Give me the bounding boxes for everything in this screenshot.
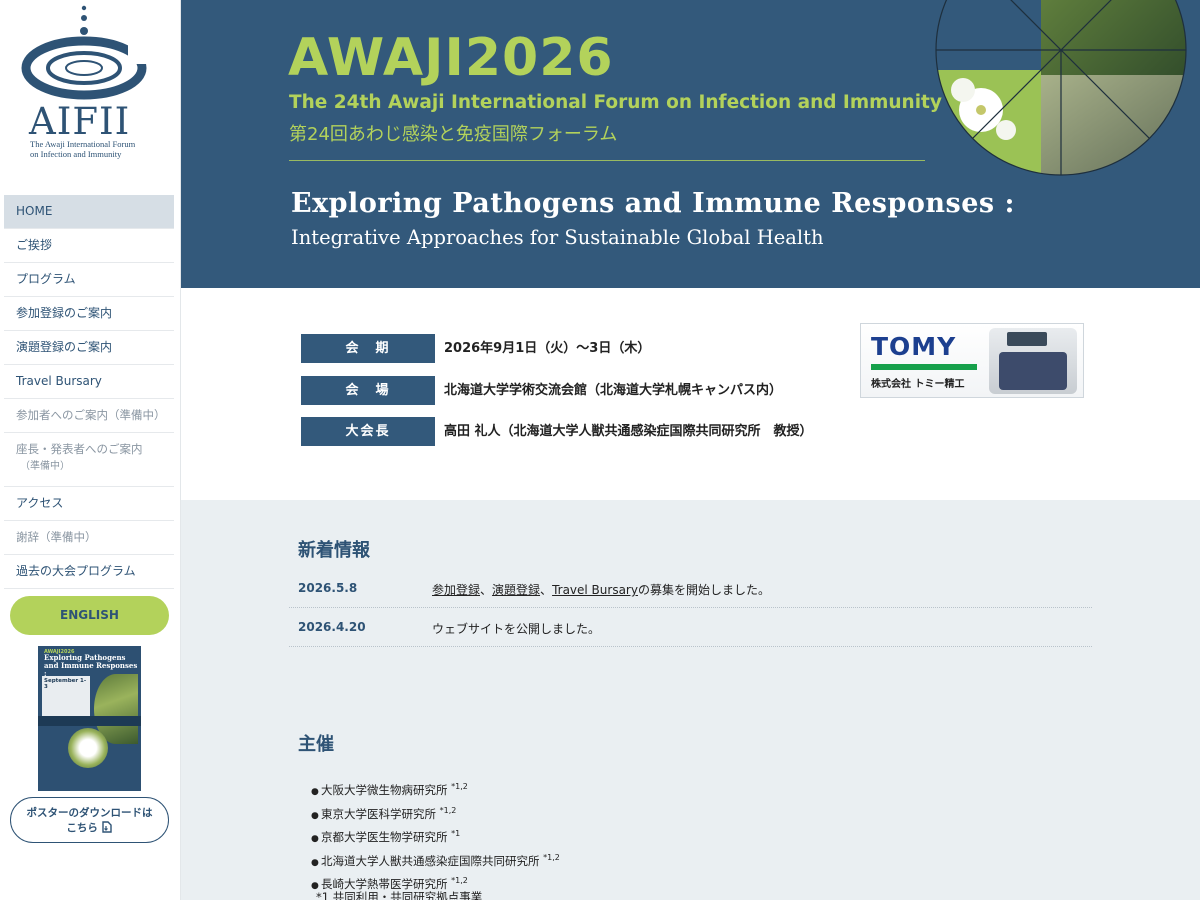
news-link-travel-bursary[interactable]: Travel Bursary xyxy=(552,583,638,597)
logo-subtitle-line2: on Infection and Immunity xyxy=(30,149,122,159)
event-info: 会 期 2026年9月1日（火）～3日（木） 会 場 北海道大学学術交流会館（北… xyxy=(181,288,1200,500)
info-value-dates: 2026年9月1日（火）～3日（木） xyxy=(444,341,651,356)
poster-band xyxy=(38,716,141,726)
news-separator: 、 xyxy=(540,583,553,597)
info-value-president: 高田 礼人（北海道大学人獣共通感染症国際共同研究所 教授） xyxy=(444,424,813,439)
hero-title: AWAJI2026 xyxy=(288,28,614,88)
logo-subtitle: The Awaji International Forum on Infecti… xyxy=(30,139,135,159)
sidebar: AIFII The Awaji International Forum on I… xyxy=(0,0,181,900)
news-text: ウェブサイトを公開しました。 xyxy=(432,622,601,636)
info-label-dates: 会 期 xyxy=(301,334,435,363)
nav-registration[interactable]: 参加登録のご案内 xyxy=(4,297,174,331)
organizer-item: ● 大阪大学微生物病研究所 *1,2 xyxy=(311,782,468,797)
news-item: 2026.4.20 ウェブサイトを公開しました。 xyxy=(289,608,1092,647)
download-label-line1: ポスターのダウンロードは xyxy=(26,807,153,819)
nav-chair-presenter-label: 座長・発表者へのご案内 xyxy=(16,442,143,456)
logo-wordmark: AIFII xyxy=(29,100,131,143)
hero-theme: Exploring Pathogens and Immune Responses… xyxy=(291,188,1015,219)
hero-photo-collage xyxy=(935,0,1187,176)
news-link-abstract[interactable]: 演題登録 xyxy=(492,583,540,597)
organizer-name: 京都大学医生物学研究所 xyxy=(321,830,448,844)
info-value-venue: 北海道大学学術交流会館（北海道大学札幌キャンパス内） xyxy=(444,383,783,398)
news-link-registration[interactable]: 参加登録 xyxy=(432,583,480,597)
news-separator: 、 xyxy=(480,583,493,597)
organizer-item: ● 東京大学医科学研究所 *1,2 xyxy=(311,805,457,821)
organizer-note: *1 xyxy=(451,829,461,838)
nav-access[interactable]: アクセス xyxy=(4,487,174,521)
organizers-section: 主催 ● 大阪大学微生物病研究所 *1,2 ● 東京大学医科学研究所 *1,2 ● 京… xyxy=(181,693,1200,900)
news-text-rest: の募集を開始しました。 xyxy=(637,583,770,597)
sponsor-logo-bar xyxy=(871,364,977,370)
info-label-venue: 会 場 xyxy=(301,376,435,405)
nav-acknowledgements[interactable]: 謝辞（準備中） xyxy=(4,521,174,555)
news-item: 2026.5.8 参加登録、演題登録、Travel Bursaryの募集を開始し… xyxy=(289,569,1092,608)
sponsor-product-image xyxy=(989,328,1077,394)
poster-dates: September 1-3 xyxy=(44,678,87,690)
news-text: 参加登録、演題登録、Travel Bursaryの募集を開始しました。 xyxy=(432,581,770,598)
nav-chair-presenter-sub: （準備中） xyxy=(20,461,70,472)
nav-abstract-submission[interactable]: 演題登録のご案内 xyxy=(4,331,174,365)
poster-date-box: September 1-3 xyxy=(42,676,90,720)
organizer-note: *1,2 xyxy=(439,805,457,815)
download-label-line2: こちら xyxy=(11,821,168,836)
organizer-note: *1,2 xyxy=(451,782,468,791)
organizer-name: 大阪大学微生物病研究所 xyxy=(321,783,448,797)
organizers-heading: 主催 xyxy=(298,734,334,755)
poster-thumbnail[interactable]: AWAJI2026 Exploring Pathogens and Immune… xyxy=(38,646,141,791)
download-label-text: こちら xyxy=(66,822,98,834)
nav-greeting[interactable]: ご挨拶 xyxy=(4,229,174,263)
main-nav: HOME ご挨拶 プログラム 参加登録のご案内 演題登録のご案内 Travel … xyxy=(4,195,174,589)
organizer-name: 東京大学医科学研究所 xyxy=(321,806,436,821)
news-date: 2026.4.20 xyxy=(298,620,366,634)
organizers-footnote: *1 共同利用・共同研究拠点事業 xyxy=(316,890,483,900)
hero-theme-subtitle: Integrative Approaches for Sustainable G… xyxy=(291,226,824,249)
hero-banner: AWAJI2026 The 24th Awaji International F… xyxy=(181,0,1200,288)
hero-divider xyxy=(289,160,925,161)
poster-download-button[interactable]: ポスターのダウンロードは こちら xyxy=(10,797,169,843)
organizer-name: 北海道大学人獣共通感染症国際共同研究所 xyxy=(321,853,540,868)
nav-participant-info[interactable]: 参加者へのご案内（準備中） xyxy=(4,399,174,433)
nav-program[interactable]: プログラム xyxy=(4,263,174,297)
sponsor-banner-tomy[interactable]: TOMY 株式会社 トミー精工 xyxy=(860,323,1084,398)
sponsor-company-name: 株式会社 トミー精工 xyxy=(871,379,965,390)
info-label-president: 大会長 xyxy=(301,417,435,446)
nav-past-programs[interactable]: 過去の大会プログラム xyxy=(4,555,174,589)
news-heading: 新着情報 xyxy=(298,540,370,561)
organizers-list: ● 大阪大学微生物病研究所 *1,2 ● 東京大学医科学研究所 *1,2 ● 京都大学… xyxy=(311,775,560,893)
spiral-logo-icon xyxy=(21,5,164,100)
poster-flower xyxy=(68,728,108,768)
sponsor-logo: TOMY xyxy=(871,332,957,361)
nav-home[interactable]: HOME xyxy=(4,195,174,229)
pdf-download-icon xyxy=(101,821,112,833)
nav-travel-bursary[interactable]: Travel Bursary xyxy=(4,365,174,399)
english-button[interactable]: ENGLISH xyxy=(10,596,169,635)
hero-subtitle-en: The 24th Awaji International Forum on In… xyxy=(289,92,942,113)
nav-chair-presenter-info[interactable]: 座長・発表者へのご案内 （準備中） xyxy=(4,433,174,487)
organizer-note: *1,2 xyxy=(543,852,560,862)
organizer-item: ● 京都大学医生物学研究所 *1 xyxy=(311,829,461,844)
organizer-item: ● 北海道大学人獣共通感染症国際共同研究所 *1,2 xyxy=(311,852,560,868)
logo-subtitle-line1: The Awaji International Forum xyxy=(30,139,136,149)
news-date: 2026.5.8 xyxy=(298,581,358,595)
hero-subtitle-jp: 第24回あわじ感染と免疫国際フォーラム xyxy=(289,124,618,145)
organizer-note: *1,2 xyxy=(451,876,468,885)
news-section: 新着情報 2026.5.8 参加登録、演題登録、Travel Bursaryの募… xyxy=(181,500,1200,693)
